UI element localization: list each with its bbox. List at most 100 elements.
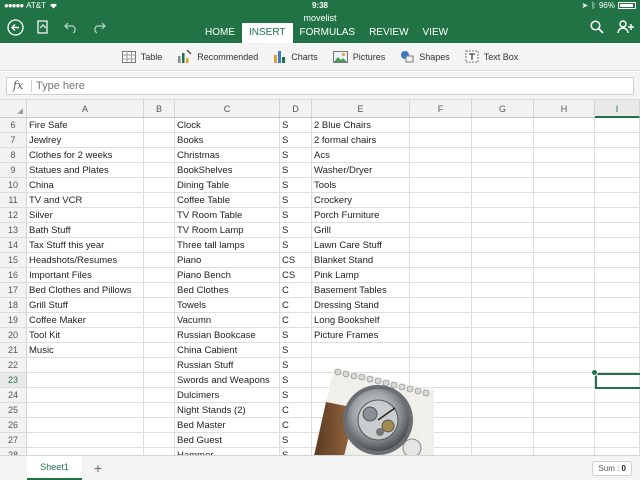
cell-h9[interactable]	[534, 163, 595, 178]
cell-i27[interactable]	[595, 433, 640, 448]
formula-input[interactable]	[36, 79, 626, 93]
cell-e16[interactable]: Pink Lamp	[312, 268, 410, 283]
cell-h22[interactable]	[534, 358, 595, 373]
cell-c11[interactable]: Coffee Table	[175, 193, 280, 208]
cell-e20[interactable]: Picture Frames	[312, 328, 410, 343]
cell-a23[interactable]	[27, 373, 144, 388]
text-box-button[interactable]: Text Box	[465, 50, 518, 63]
cell-c19[interactable]: Vacumn	[175, 313, 280, 328]
selected-cell-i23[interactable]	[595, 373, 640, 389]
cell-b18[interactable]	[144, 298, 175, 313]
cell-b16[interactable]	[144, 268, 175, 283]
cell-b6[interactable]	[144, 118, 175, 133]
cell-a21[interactable]: Music	[27, 343, 144, 358]
row-header-22[interactable]: 22	[0, 358, 27, 373]
cell-g12[interactable]	[472, 208, 534, 223]
row-header-16[interactable]: 16	[0, 268, 27, 283]
cell-d17[interactable]: C	[280, 283, 312, 298]
cell-g24[interactable]	[472, 388, 534, 403]
tab-home[interactable]: HOME	[198, 23, 242, 43]
tab-insert[interactable]: INSERT	[242, 23, 293, 43]
cell-g26[interactable]	[472, 418, 534, 433]
column-header-b[interactable]: B	[144, 100, 175, 118]
cell-a28[interactable]	[27, 448, 144, 455]
cell-h7[interactable]	[534, 133, 595, 148]
cell-i28[interactable]	[595, 448, 640, 455]
cell-f12[interactable]	[410, 208, 472, 223]
selection-handle[interactable]	[591, 369, 598, 376]
cell-g22[interactable]	[472, 358, 534, 373]
cell-c27[interactable]: Bed Guest	[175, 433, 280, 448]
cell-i10[interactable]	[595, 178, 640, 193]
cell-a27[interactable]	[27, 433, 144, 448]
cell-i26[interactable]	[595, 418, 640, 433]
cell-h12[interactable]	[534, 208, 595, 223]
cell-a11[interactable]: TV and VCR	[27, 193, 144, 208]
cell-c10[interactable]: Dining Table	[175, 178, 280, 193]
cell-g15[interactable]	[472, 253, 534, 268]
cell-c18[interactable]: Towels	[175, 298, 280, 313]
share-button[interactable]	[616, 18, 634, 36]
cell-b26[interactable]	[144, 418, 175, 433]
column-header-h[interactable]: H	[534, 100, 595, 118]
cell-h20[interactable]	[534, 328, 595, 343]
cell-d15[interactable]: CS	[280, 253, 312, 268]
row-header-27[interactable]: 27	[0, 433, 27, 448]
tab-view[interactable]: VIEW	[416, 23, 456, 43]
cell-f8[interactable]	[410, 148, 472, 163]
cell-b27[interactable]	[144, 433, 175, 448]
cell-c7[interactable]: Books	[175, 133, 280, 148]
cell-h8[interactable]	[534, 148, 595, 163]
redo-button[interactable]	[90, 18, 108, 36]
cell-e21[interactable]	[312, 343, 410, 358]
row-header-10[interactable]: 10	[0, 178, 27, 193]
cell-i24[interactable]	[595, 388, 640, 403]
cell-g18[interactable]	[472, 298, 534, 313]
row-header-19[interactable]: 19	[0, 313, 27, 328]
cell-d8[interactable]: S	[280, 148, 312, 163]
cell-f7[interactable]	[410, 133, 472, 148]
cell-a19[interactable]: Coffee Maker	[27, 313, 144, 328]
cell-c20[interactable]: Russian Bookcase	[175, 328, 280, 343]
cell-h11[interactable]	[534, 193, 595, 208]
row-header-28[interactable]: 28	[0, 448, 27, 455]
cell-c13[interactable]: TV Room Lamp	[175, 223, 280, 238]
cell-a15[interactable]: Headshots/Resumes	[27, 253, 144, 268]
cell-a18[interactable]: Grill Stuff	[27, 298, 144, 313]
cell-g27[interactable]	[472, 433, 534, 448]
column-header-g[interactable]: G	[472, 100, 534, 118]
cell-g6[interactable]	[472, 118, 534, 133]
charts-button[interactable]: Charts	[273, 50, 318, 63]
cell-e14[interactable]: Lawn Care Stuff	[312, 238, 410, 253]
tab-formulas[interactable]: FORMULAS	[293, 23, 363, 43]
row-header-7[interactable]: 7	[0, 133, 27, 148]
add-sheet-button[interactable]: +	[88, 458, 108, 478]
cell-a8[interactable]: Clothes for 2 weeks	[27, 148, 144, 163]
cell-i19[interactable]	[595, 313, 640, 328]
cell-g9[interactable]	[472, 163, 534, 178]
cell-g25[interactable]	[472, 403, 534, 418]
cell-a22[interactable]	[27, 358, 144, 373]
cell-h19[interactable]	[534, 313, 595, 328]
cell-i18[interactable]	[595, 298, 640, 313]
cell-g7[interactable]	[472, 133, 534, 148]
cell-e19[interactable]: Long Bookshelf	[312, 313, 410, 328]
cell-a16[interactable]: Important Files	[27, 268, 144, 283]
cell-b13[interactable]	[144, 223, 175, 238]
table-button[interactable]: Table	[121, 50, 162, 63]
cell-i25[interactable]	[595, 403, 640, 418]
cell-e17[interactable]: Basement Tables	[312, 283, 410, 298]
sheet-tab-sheet1[interactable]: Sheet1	[27, 456, 82, 480]
row-header-14[interactable]: 14	[0, 238, 27, 253]
cell-a26[interactable]	[27, 418, 144, 433]
cell-c28[interactable]: Hammer	[175, 448, 280, 455]
cell-b28[interactable]	[144, 448, 175, 455]
cell-i9[interactable]	[595, 163, 640, 178]
cell-b15[interactable]	[144, 253, 175, 268]
cell-e15[interactable]: Blanket Stand	[312, 253, 410, 268]
column-header-c[interactable]: C	[175, 100, 280, 118]
cell-g28[interactable]	[472, 448, 534, 455]
cell-f10[interactable]	[410, 178, 472, 193]
cell-i7[interactable]	[595, 133, 640, 148]
cell-g16[interactable]	[472, 268, 534, 283]
